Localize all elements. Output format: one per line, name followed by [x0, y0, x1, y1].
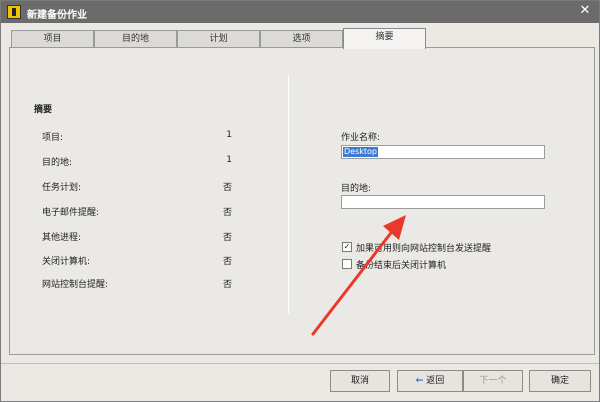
summary-row: 其他进程: 否 [42, 230, 232, 244]
send-console-alert-label: 加果可用则向网站控制台发送提醒 [356, 244, 492, 254]
tab-bar: 项目 目的地 计划 选项 摘要 [9, 28, 589, 49]
summary-key: 其他进程: [42, 233, 82, 243]
footer-divider [1, 363, 599, 364]
summary-value: 否 [222, 233, 232, 243]
app-icon [7, 5, 21, 19]
checkbox-box[interactable] [342, 259, 352, 269]
destination-input[interactable] [341, 195, 545, 209]
summary-value: 1 [226, 130, 232, 140]
back-label: 返回 [426, 376, 445, 386]
tab-schedule[interactable]: 计划 [177, 30, 260, 48]
summary-value: 1 [226, 155, 232, 165]
summary-value: 否 [222, 280, 232, 290]
summary-key: 网站控制台提醒: [42, 280, 109, 290]
summary-value: 否 [222, 208, 232, 218]
summary-row: 任务计划: 否 [42, 180, 232, 194]
close-button[interactable]: ✕ [577, 3, 593, 19]
summary-row: 网站控制台提醒: 否 [42, 277, 232, 291]
job-name-value: Desktop [343, 147, 378, 157]
summary-row: 电子邮件提醒: 否 [42, 205, 232, 219]
title-bar[interactable]: 新建备份作业 ✕ [1, 1, 599, 23]
window-title: 新建备份作业 [27, 10, 87, 21]
summary-value: 否 [222, 257, 232, 267]
next-button[interactable]: 下一个 [463, 370, 523, 392]
back-arrow-icon: ← [415, 376, 424, 386]
tab-destination[interactable]: 目的地 [94, 30, 177, 48]
panel-divider [288, 76, 289, 314]
summary-row: 关闭计算机: 否 [42, 254, 232, 268]
tab-items[interactable]: 项目 [11, 30, 94, 48]
backup-job-dialog: 新建备份作业 ✕ 项目 目的地 计划 选项 摘要 摘要 项目: 1 目的地: 1… [0, 0, 600, 402]
checkbox-box[interactable]: ✓ [342, 242, 352, 252]
back-button[interactable]: ← 返回 [397, 370, 463, 392]
job-name-input[interactable]: Desktop [341, 145, 545, 159]
summary-key: 任务计划: [42, 183, 82, 193]
summary-title: 摘要 [34, 105, 53, 115]
summary-row: 目的地: 1 [42, 155, 232, 169]
tab-options[interactable]: 选项 [260, 30, 343, 48]
summary-row: 项目: 1 [42, 130, 232, 144]
summary-key: 关闭计算机: [42, 257, 91, 267]
summary-key: 项目: [42, 133, 64, 143]
summary-key: 目的地: [42, 158, 73, 168]
shutdown-after-backup-label: 备份结束后关闭计算机 [356, 261, 447, 271]
summary-panel: 摘要 项目: 1 目的地: 1 任务计划: 否 电子邮件提醒: 否 其他进程: … [9, 47, 595, 355]
ok-button[interactable]: 确定 [529, 370, 591, 392]
summary-key: 电子邮件提醒: [42, 208, 100, 218]
destination-label: 目的地: [341, 184, 372, 194]
summary-value: 否 [222, 183, 232, 193]
job-name-label: 作业名称: [341, 133, 381, 143]
tab-summary[interactable]: 摘要 [343, 28, 426, 49]
cancel-button[interactable]: 取消 [330, 370, 390, 392]
